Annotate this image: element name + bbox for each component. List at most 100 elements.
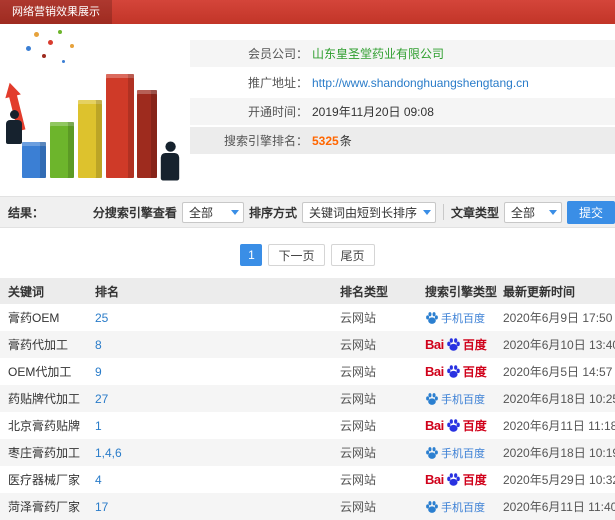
article-filter-select[interactable]: 全部 [503,201,562,223]
page-1-button[interactable]: 1 [240,244,263,266]
keyword-cell: 北京膏药贴牌 [8,419,81,433]
info-value-link[interactable]: http://www.shandonghuangshengtang.cn [312,76,529,90]
search-engine-cell: 手机百度 [425,310,503,326]
info-value: 2019年11月20日 09:08 [312,105,434,119]
rank-type-cell: 云网站 [340,365,377,379]
column-header: 排名类型 [340,284,389,299]
info-row: 推广地址： http://www.shandonghuangshengtang.c… [190,69,615,96]
rank-type-cell: 云网站 [340,500,377,514]
baidu-logo-text: Bai [425,337,444,352]
rank-link[interactable]: 4 [95,473,340,487]
info-label: 推广地址： [247,76,308,90]
table-row: 北京膏药贴牌 1 云网站 Bai 百度 2020年6月11日 11:18 [0,412,615,439]
engine-filter-select[interactable]: 全部 [181,201,244,223]
search-engine-cell: Bai 百度 [425,336,503,353]
chart-bar [137,90,157,178]
engine-label: 手机百度 [441,447,485,460]
keyword-cell: 菏泽膏药厂家 [8,500,81,514]
column-header: 搜索引擎类型 [425,284,498,299]
engine-label: 手机百度 [441,501,485,514]
baidu-logo-text: Bai [425,418,444,433]
update-time-cell: 2020年6月5日 14:57 [503,365,613,379]
table-row: 膏药代加工 8 云网站 Bai 百度 2020年6月10日 13:40 [0,331,615,358]
engine-filter-value: 全部 [188,205,213,220]
keyword-cell: 药贴牌代加工 [8,392,81,406]
search-engine-cell: 手机百度 [425,445,503,461]
column-header: 排名 [95,284,120,299]
sort-filter-select[interactable]: 关键词由短到长排序 [301,201,436,223]
baidu-logo-cn: 百度 [462,338,487,352]
table-row: OEM代加工 9 云网站 Bai 百度 2020年6月5日 14:57 [0,358,615,385]
filter-divider [442,204,444,220]
engine-label: 手机百度 [441,393,485,406]
rank-type-cell: 云网站 [340,446,377,460]
pagination: 1 下一页 尾页 [0,244,615,266]
baidu-logo-cn: 百度 [462,365,487,379]
mobile-baidu-icon [425,446,439,460]
chart-bar [22,142,46,178]
submit-button[interactable]: 提交 [566,200,615,224]
chart-bar [106,74,134,178]
last-page-button[interactable]: 尾页 [330,244,375,266]
chart-bar [50,122,74,178]
update-time-cell: 2020年6月11日 11:18 [503,419,615,433]
article-filter-label: 文章类型 [450,205,499,220]
baidu-logo-text: Bai [425,472,444,487]
rank-link[interactable]: 8 [95,338,340,352]
chart-bar [78,100,102,178]
info-value: 5325 [312,133,339,148]
info-label: 开通时间： [247,105,308,119]
baidu-logo-cn: 百度 [462,419,487,433]
rank-link[interactable]: 27 [95,392,340,406]
businessman-silhouette [160,141,180,181]
top-header-bar: 网络营销效果展示 [0,0,615,24]
next-page-button[interactable]: 下一页 [268,244,325,266]
keyword-cell: 医疗器械厂家 [8,473,81,487]
table-row: 药贴牌代加工 27 云网站 手机百度 2020年6月18日 10:25 [0,385,615,412]
rank-link[interactable]: 25 [95,311,340,325]
search-engine-cell: Bai 百度 [425,363,503,380]
search-engine-cell: Bai 百度 [425,471,503,488]
mobile-baidu-icon [425,500,439,514]
column-header: 最新更新时间 [503,284,576,299]
baidu-paw-icon [446,418,461,433]
update-time-cell: 2020年6月10日 13:40 [503,338,615,352]
update-time-cell: 2020年6月18日 10:19 [503,446,615,460]
table-row: 枣庄膏药加工 1,4,6 云网站 手机百度 2020年6月18日 10:19 [0,439,615,466]
update-time-cell: 2020年5月29日 10:32 [503,473,615,487]
baidu-paw-icon [446,364,461,379]
article-filter-value: 全部 [510,205,535,220]
chevron-down-icon [422,209,431,215]
company-info: 会员公司： 山东皇圣堂药业有限公司 推广地址： http://www.shandong… [190,24,615,196]
mobile-baidu-icon [425,392,439,406]
rank-link[interactable]: 17 [95,500,340,514]
keyword-cell: 膏药代加工 [8,338,69,352]
baidu-paw-icon [446,472,461,487]
chevron-down-icon [548,209,557,215]
update-time-cell: 2020年6月18日 10:25 [503,392,615,406]
rank-link[interactable]: 1 [95,419,340,433]
info-value-link[interactable]: 山东皇圣堂药业有限公司 [312,45,444,62]
rank-link[interactable]: 9 [95,365,340,379]
update-time-cell: 2020年6月11日 11:40 [503,500,615,514]
rank-type-cell: 云网站 [340,338,377,352]
info-label: 会员公司： [247,47,308,61]
rank-type-cell: 云网站 [340,419,377,433]
rank-link[interactable]: 1,4,6 [95,446,340,460]
filter-bar: 结果： 分搜索引擎查看 全部 排序方式 关键词由短到长排序 文章类型 全部 提交 [0,196,615,228]
marketing-chart-image [0,24,190,196]
page: 网络营销效果展示 会员公司： 山东皇圣堂药业有限公司 推广地址： http://www… [0,0,615,520]
rank-type-cell: 云网站 [340,473,377,487]
baidu-logo-text: Bai [425,364,444,379]
result-label: 结果： [8,205,45,220]
search-engine-cell: Bai 百度 [425,417,503,434]
rank-type-cell: 云网站 [340,311,377,325]
mobile-baidu-icon [425,311,439,325]
engine-filter-label: 分搜索引擎查看 [92,205,177,220]
ranking-table: 关键词 排名 排名类型 搜索引擎类型 最新更新时间 膏药OEM 25 云网站 手机百度 2020… [0,278,615,520]
chevron-down-icon [230,209,239,215]
baidu-paw-icon [446,337,461,352]
info-suffix: 条 [339,134,352,148]
info-label: 搜索引擎排名： [223,134,308,148]
keyword-cell: 枣庄膏药加工 [8,446,81,460]
